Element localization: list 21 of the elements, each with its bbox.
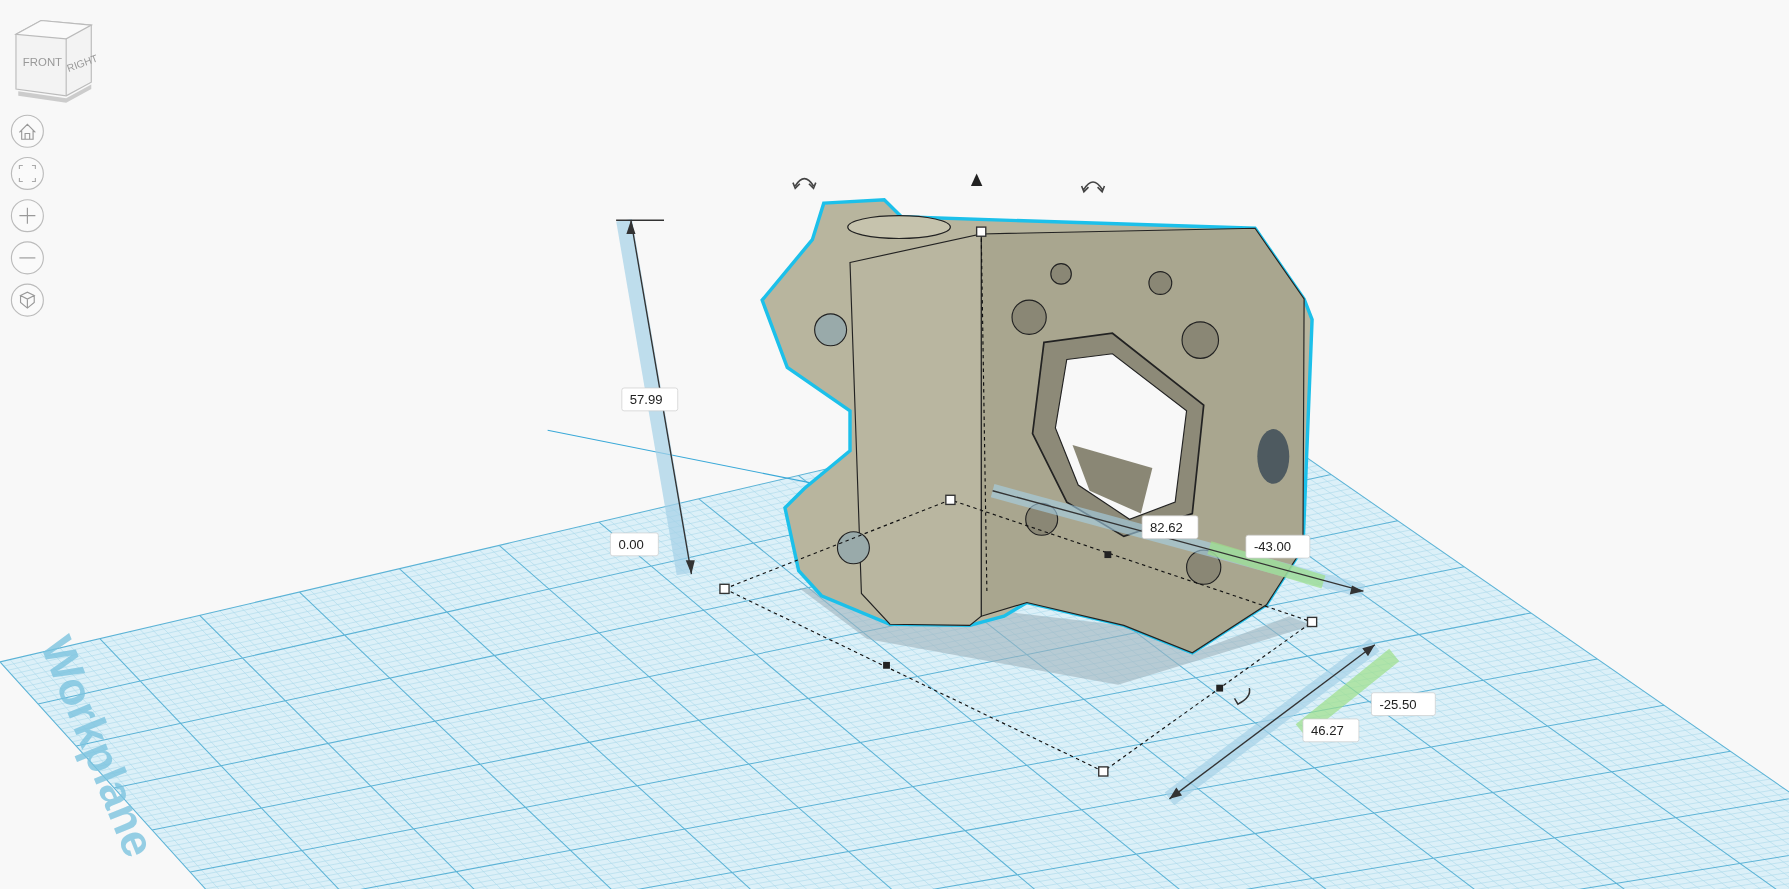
midpoint-handle[interactable]	[1216, 684, 1224, 692]
resize-handle[interactable]	[1306, 616, 1318, 628]
dimension-label[interactable]: 46.27	[1302, 718, 1360, 743]
rotate-icon[interactable]	[1080, 181, 1106, 193]
perspective-button[interactable]	[10, 283, 44, 317]
resize-handle[interactable]	[1098, 766, 1109, 777]
zoom-in-button[interactable]	[10, 199, 44, 233]
midpoint-handle[interactable]	[1104, 551, 1112, 559]
resize-handle[interactable]	[975, 226, 987, 237]
dimension-label[interactable]: 82.62	[1141, 515, 1199, 539]
midpoint-handle[interactable]	[883, 661, 890, 669]
dimension-label[interactable]: -43.00	[1245, 534, 1311, 559]
rotate-icon[interactable]	[1233, 687, 1251, 705]
bracket-drawing[interactable]	[760, 197, 1314, 655]
dimension-label[interactable]: -25.50	[1371, 692, 1436, 716]
resize-handle[interactable]	[719, 583, 730, 595]
lift-handle-icon[interactable]	[970, 173, 983, 186]
rotate-icon[interactable]	[792, 177, 817, 190]
dimension-label[interactable]: 0.00	[610, 532, 659, 557]
dimension-label[interactable]: 57.99	[621, 387, 679, 412]
resize-handle[interactable]	[945, 494, 956, 506]
